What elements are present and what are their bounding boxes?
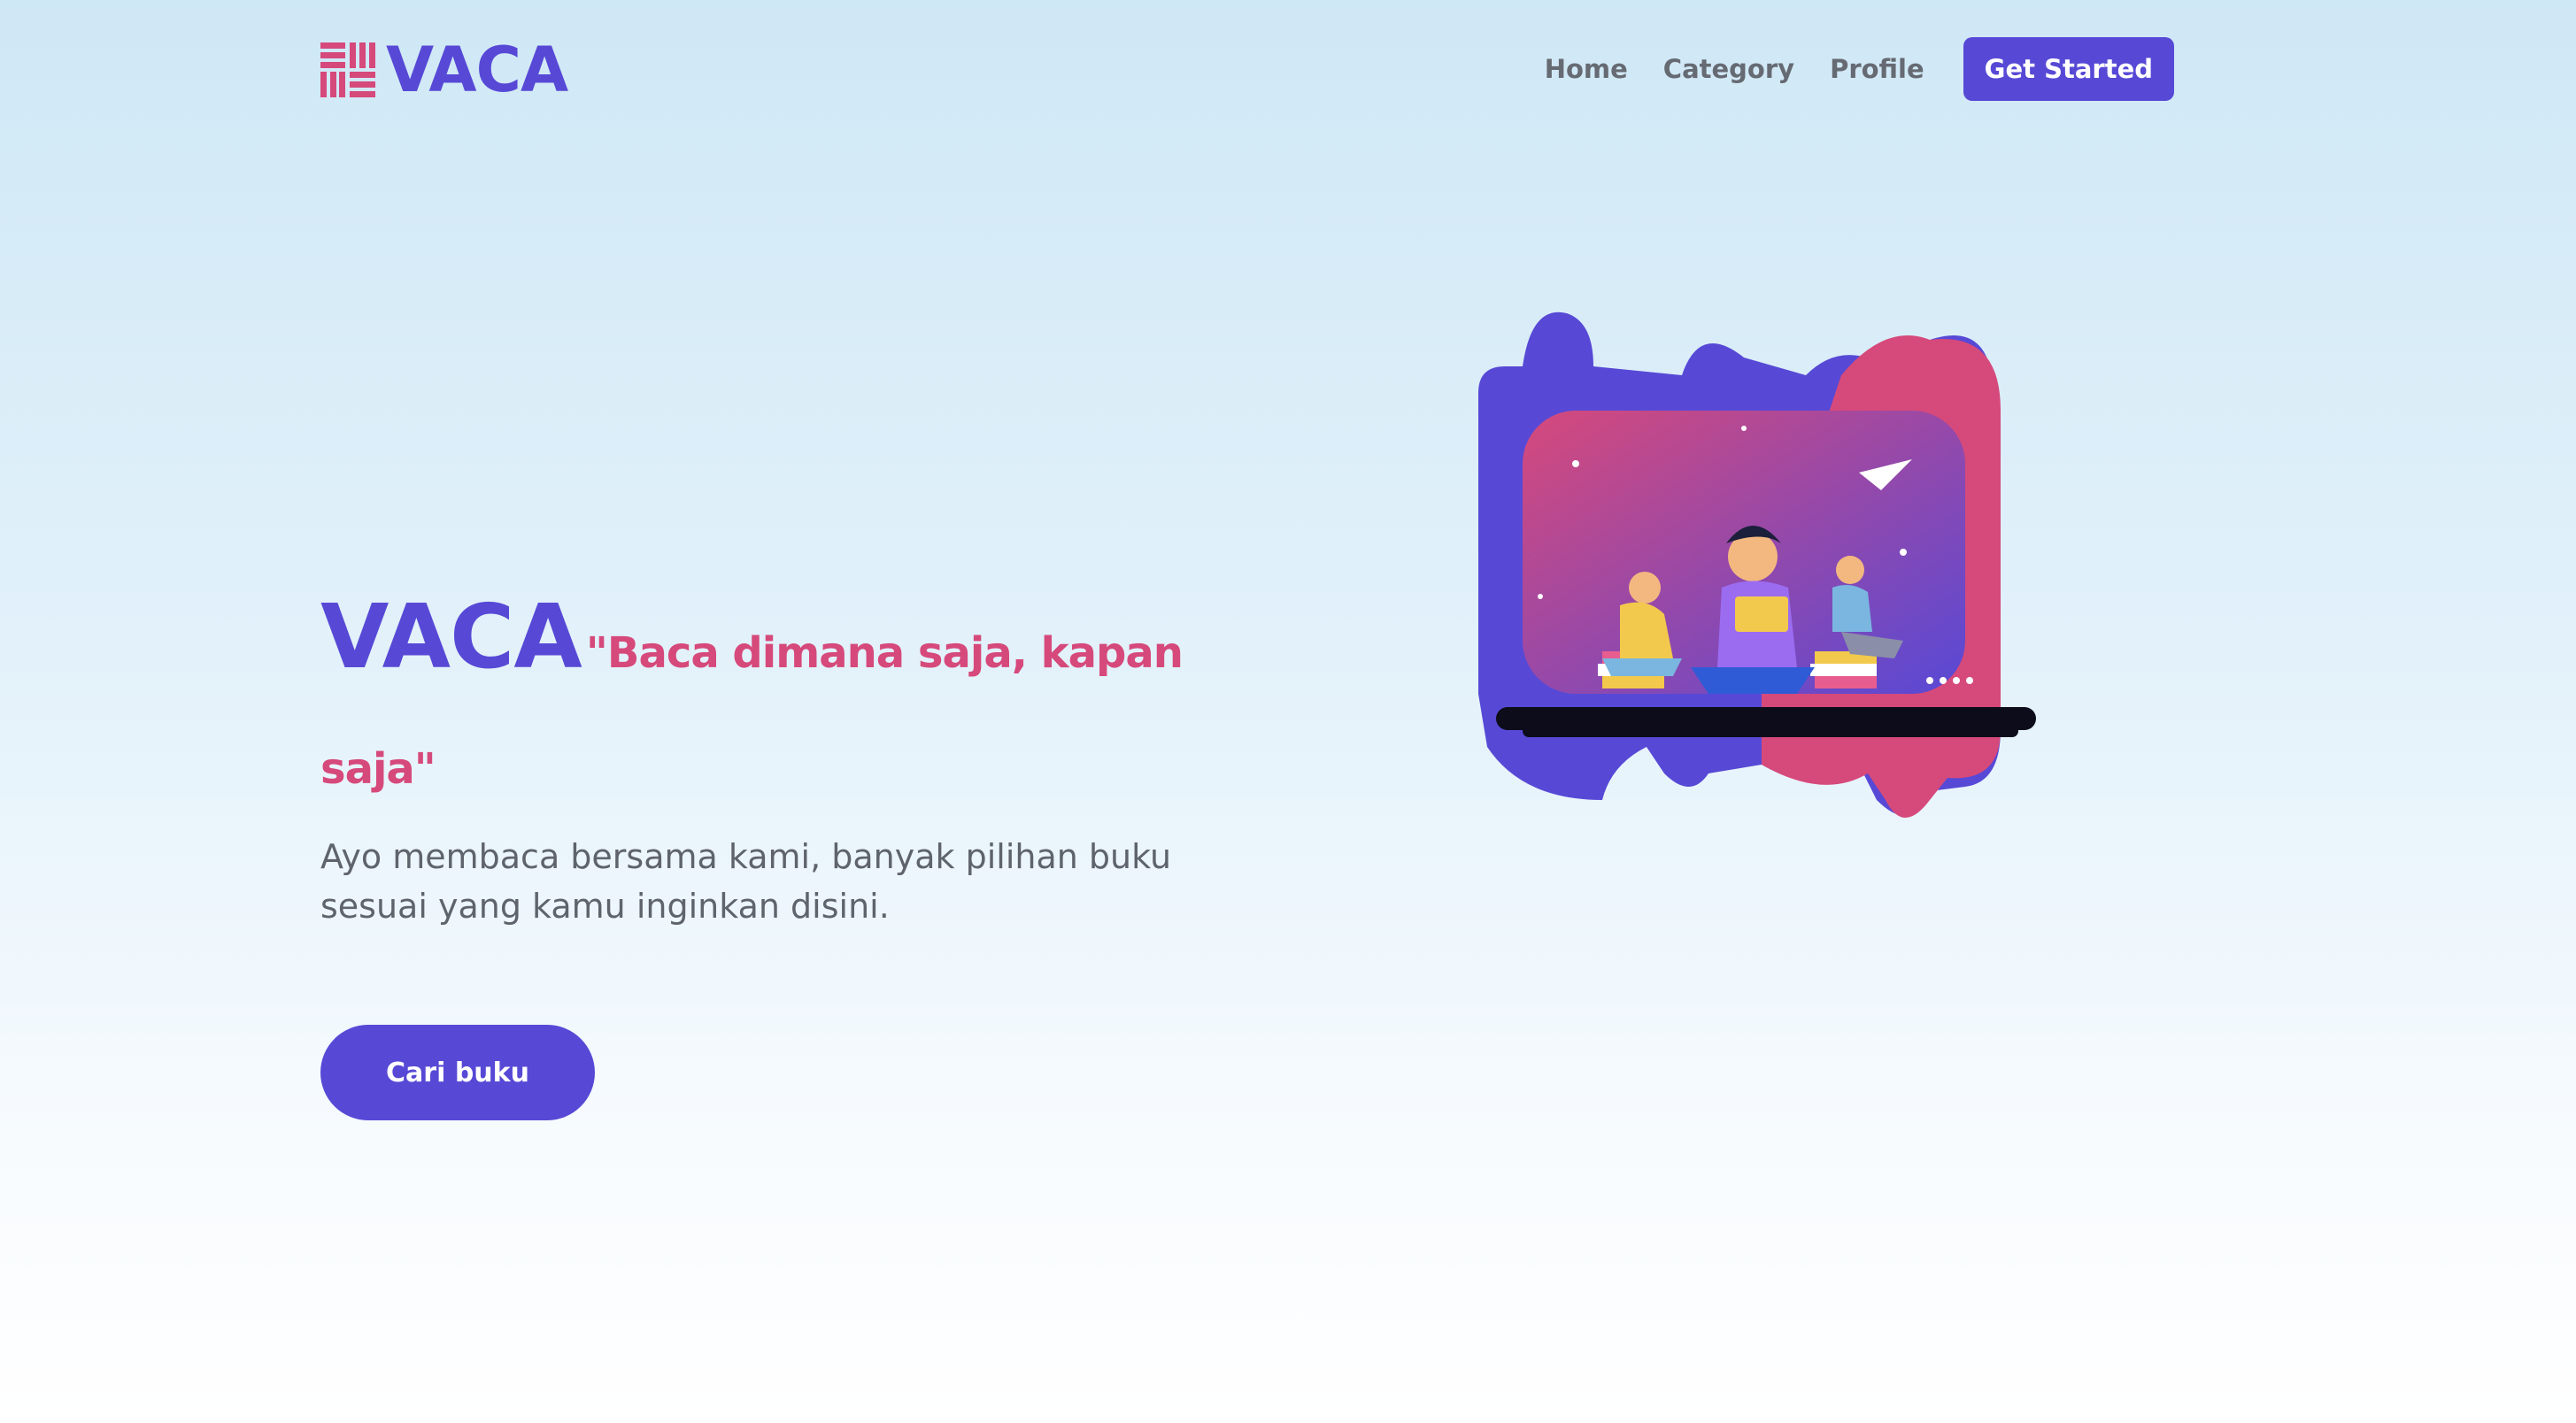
- people-reading-illustration: [1478, 312, 2036, 818]
- find-book-button[interactable]: Cari buku: [320, 1025, 595, 1120]
- nav-profile-link[interactable]: Profile: [1830, 54, 1924, 84]
- get-started-button[interactable]: Get Started: [1963, 37, 2174, 101]
- nav-category-link[interactable]: Category: [1663, 54, 1794, 84]
- brand-logo[interactable]: VACA: [320, 34, 568, 106]
- brand-name: VACA: [386, 34, 568, 106]
- hero-title: VACA: [320, 585, 582, 688]
- book-stack-icon: [320, 42, 375, 97]
- main-menu: Home Category Profile Get Started: [1545, 37, 2174, 101]
- top-navbar: VACA Home Category Profile Get Started: [0, 0, 2576, 138]
- nav-home-link[interactable]: Home: [1545, 54, 1628, 84]
- hero-heading: VACA "Baca dimana saja, kapan saja": [320, 584, 1206, 832]
- hero-section: VACA "Baca dimana saja, kapan saja" Ayo …: [320, 584, 1206, 1120]
- hero-description: Ayo membaca bersama kami, banyak pilihan…: [320, 837, 1172, 926]
